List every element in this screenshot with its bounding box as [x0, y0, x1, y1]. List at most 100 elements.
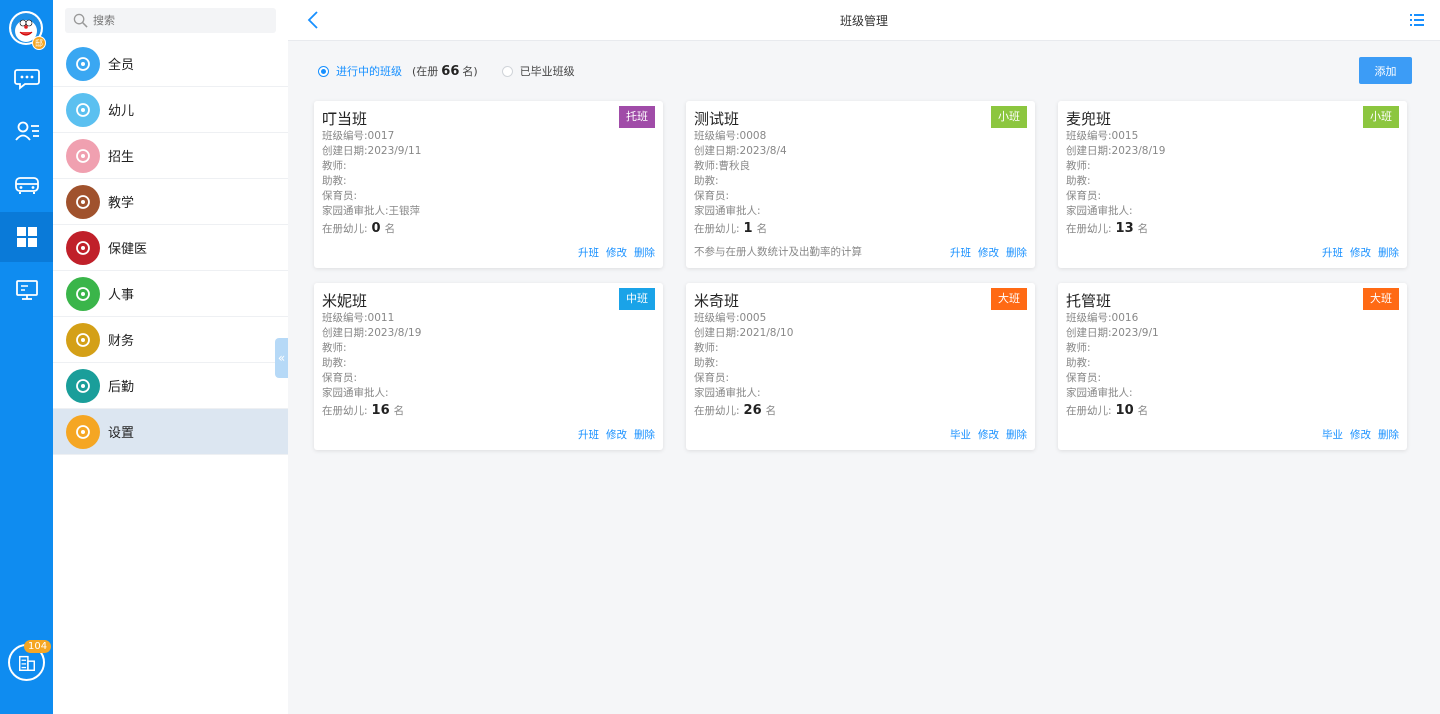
teacher-row: 教师:	[322, 160, 347, 172]
class-code-row: 班级编号:0005	[694, 312, 767, 324]
class-fields: 班级编号:0008 创建日期:2023/8/4 教师:曹秋良 助教: 保育员: 家园通审批…	[694, 129, 787, 237]
atom-icon	[66, 46, 100, 81]
menu-item-label: 全员	[108, 58, 135, 73]
settings-doc-icon	[66, 414, 100, 449]
class-card: 麦兜班 小班 班级编号:0015 创建日期:2023/8/19 教师: 助教: 保育员: 家园…	[1058, 101, 1407, 268]
search-box	[65, 8, 276, 33]
worker-icon	[66, 368, 100, 403]
action-link-2[interactable]: 删除	[1006, 247, 1027, 259]
action-link-1[interactable]: 修改	[978, 429, 999, 441]
approver-row: 家园通审批人:王银萍	[322, 205, 421, 217]
rail-bus[interactable]	[0, 159, 53, 209]
assistant-row: 助教:	[322, 175, 347, 187]
class-note: 不参与在册人数统计及出勤率的计算	[694, 246, 862, 258]
nurse-row: 保育员:	[322, 372, 358, 384]
hr-icon	[66, 276, 100, 311]
rail-chat[interactable]	[0, 53, 53, 103]
grade-tag: 中班	[619, 288, 655, 310]
action-link-0[interactable]: 毕业	[1322, 429, 1343, 441]
grade-tag: 小班	[1363, 106, 1399, 128]
class-code-row: 班级编号:0011	[322, 312, 395, 324]
monitor-icon	[15, 280, 38, 300]
action-link-0[interactable]: 升班	[578, 429, 599, 441]
action-link-1[interactable]: 修改	[1350, 247, 1371, 259]
topbar: 班级管理	[288, 0, 1440, 41]
rail-contacts[interactable]	[0, 106, 53, 156]
module-menu: 全员幼儿招生教学保健医人事财务后勤设置	[53, 0, 288, 714]
enrolled-row: 在册幼儿: 13 名	[1066, 221, 1149, 236]
class-fields: 班级编号:0011 创建日期:2023/8/19 教师: 助教: 保育员: 家园通审批人:…	[322, 311, 421, 419]
menu-item-2[interactable]: 招生	[53, 133, 288, 179]
nurse-row: 保育员:	[694, 190, 730, 202]
enrolled-row: 在册幼儿: 10 名	[1066, 403, 1149, 418]
double-chevron-left-icon: «	[277, 351, 286, 365]
menu-item-7[interactable]: 后勤	[53, 363, 288, 409]
class-code-row: 班级编号:0017	[322, 130, 395, 142]
teacher-row: 教师:曹秋良	[694, 160, 751, 172]
action-link-1[interactable]: 修改	[606, 247, 627, 259]
menu-item-8[interactable]: 设置	[53, 409, 288, 455]
menu-item-label: 设置	[108, 426, 135, 441]
action-link-2[interactable]: 删除	[634, 247, 655, 259]
create-date-row: 创建日期:2021/8/10	[694, 327, 794, 339]
action-link-0[interactable]: 升班	[1322, 247, 1343, 259]
left-rail: 邸 104	[0, 0, 53, 714]
filter-graduated-classes[interactable]: 已毕业班级	[501, 63, 575, 79]
id-card-icon	[66, 138, 100, 173]
collapse-sidebar-button[interactable]: «	[275, 338, 288, 378]
approver-row: 家园通审批人:	[322, 387, 389, 399]
grade-tag: 大班	[1363, 288, 1399, 310]
radio-selected-icon	[318, 65, 329, 77]
rail-grid[interactable]	[0, 212, 53, 262]
class-card: 叮当班 托班 班级编号:0017 创建日期:2023/9/11 教师: 助教: 保育员: 家园…	[314, 101, 663, 268]
assistant-row: 助教:	[694, 357, 719, 369]
class-card: 米妮班 中班 班级编号:0011 创建日期:2023/8/19 教师: 助教: 保育员: 家园…	[314, 283, 663, 450]
menu-item-label: 后勤	[108, 380, 135, 395]
add-class-button[interactable]: 添加	[1359, 57, 1412, 84]
smile-icon	[66, 92, 100, 127]
nurse-row: 保育员:	[1066, 190, 1102, 202]
action-link-1[interactable]: 修改	[1350, 429, 1371, 441]
class-name: 米奇班	[694, 292, 740, 310]
search-icon	[73, 13, 88, 28]
create-date-row: 创建日期:2023/9/11	[322, 145, 422, 157]
action-link-0[interactable]: 毕业	[950, 429, 971, 441]
class-name: 托管班	[1066, 292, 1112, 310]
class-card: 米奇班 大班 班级编号:0005 创建日期:2021/8/10 教师: 助教: 保育员: 家园…	[686, 283, 1035, 450]
action-link-1[interactable]: 修改	[978, 247, 999, 259]
action-link-0[interactable]: 升班	[950, 247, 971, 259]
filter-active-classes[interactable]: 进行中的班级 (在册 66 名)	[318, 63, 478, 79]
card-actions: 升班 修改 删除	[1315, 245, 1399, 260]
action-link-2[interactable]: 删除	[1378, 429, 1399, 441]
heart-plus-icon	[66, 230, 100, 265]
create-date-row: 创建日期:2023/9/1	[1066, 327, 1159, 339]
rail-monitor[interactable]	[0, 265, 53, 315]
action-link-2[interactable]: 删除	[634, 429, 655, 441]
menu-item-1[interactable]: 幼儿	[53, 87, 288, 133]
action-link-1[interactable]: 修改	[606, 429, 627, 441]
enrolled-row: 在册幼儿: 1 名	[694, 221, 768, 236]
menu-item-label: 财务	[108, 334, 135, 349]
menu-item-0[interactable]: 全员	[53, 41, 288, 87]
nurse-row: 保育员:	[694, 372, 730, 384]
action-link-2[interactable]: 删除	[1378, 247, 1399, 259]
class-fields: 班级编号:0016 创建日期:2023/9/1 教师: 助教: 保育员: 家园通审批人: 在…	[1066, 311, 1159, 419]
menu-item-label: 招生	[108, 150, 135, 165]
class-name: 麦兜班	[1066, 110, 1112, 128]
assistant-row: 助教:	[322, 357, 347, 369]
menu-item-6[interactable]: 财务	[53, 317, 288, 363]
approver-row: 家园通审批人:	[694, 387, 761, 399]
action-link-0[interactable]: 升班	[578, 247, 599, 259]
radio-unselected-icon	[501, 65, 513, 77]
menu-item-4[interactable]: 保健医	[53, 225, 288, 271]
menu-item-3[interactable]: 教学	[53, 179, 288, 225]
create-date-row: 创建日期:2023/8/19	[322, 327, 422, 339]
action-link-2[interactable]: 删除	[1006, 429, 1027, 441]
list-menu-icon[interactable]	[1410, 14, 1424, 26]
approver-row: 家园通审批人:	[1066, 205, 1133, 217]
search-input[interactable]	[93, 14, 263, 27]
menu-item-5[interactable]: 人事	[53, 271, 288, 317]
contacts-icon	[14, 121, 39, 141]
card-actions: 升班 修改 删除	[571, 245, 655, 260]
grade-tag: 托班	[619, 106, 655, 128]
